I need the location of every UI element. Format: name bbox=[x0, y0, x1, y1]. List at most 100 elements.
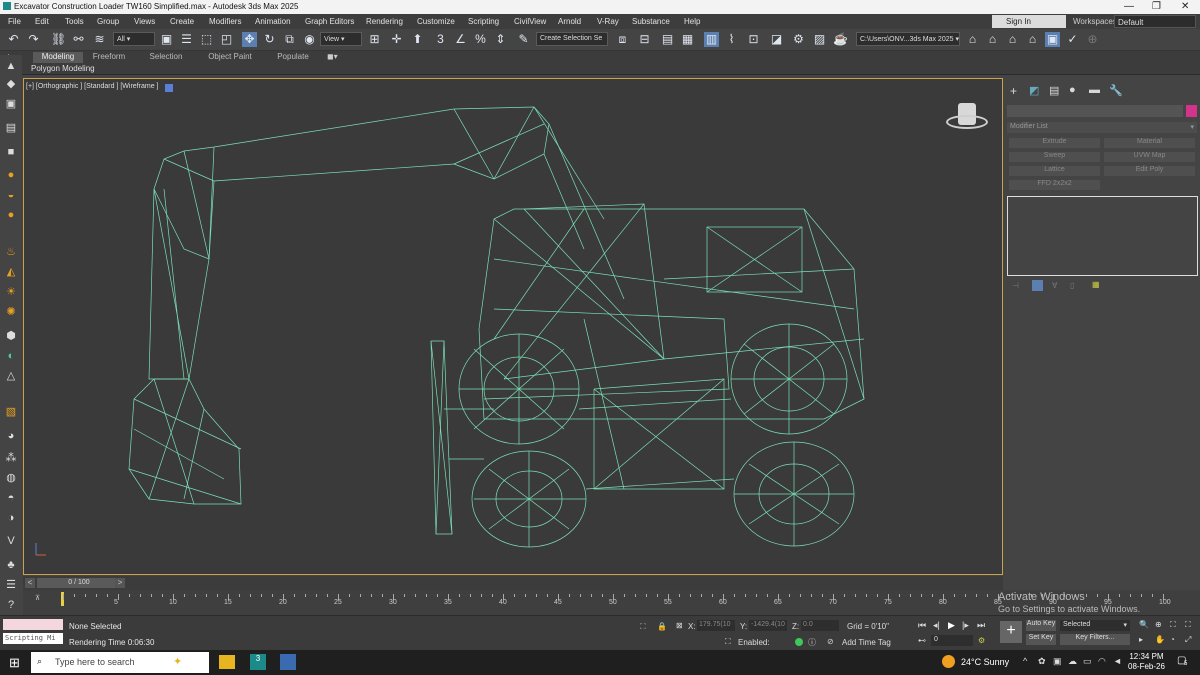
add-time-tag[interactable]: Add Time Tag bbox=[842, 638, 891, 647]
clock[interactable]: 12:34 PM 08-Feb-26 bbox=[1128, 652, 1165, 672]
zoom-all-icon[interactable]: ⊕ bbox=[1155, 620, 1162, 629]
set-key-button[interactable]: Set Key bbox=[1026, 634, 1056, 645]
key-filters-button[interactable]: Key Filters... bbox=[1060, 634, 1130, 645]
enabled-toggle[interactable] bbox=[795, 638, 803, 646]
light-icon[interactable]: ● bbox=[3, 168, 19, 182]
particles-icon[interactable]: ⁂ bbox=[3, 451, 19, 465]
key-mode-icon[interactable]: ⊷ bbox=[918, 636, 926, 645]
menu-arnold[interactable]: Arnold bbox=[558, 17, 581, 26]
next-frame-button[interactable]: > bbox=[115, 578, 125, 588]
undo-icon[interactable]: ↶ bbox=[6, 32, 21, 47]
link-icon[interactable]: ⛓ bbox=[51, 32, 66, 47]
check-icon[interactable]: ✓ bbox=[1065, 32, 1080, 47]
save-project-icon[interactable]: ⌂ bbox=[1005, 32, 1020, 47]
pin-stack-icon[interactable]: ⊣ bbox=[1012, 281, 1019, 290]
hierarchy-tab-icon[interactable]: ▤ bbox=[1049, 84, 1059, 97]
viewport-perspective[interactable]: [+] [Orthographic ] [Standard ] [Wirefra… bbox=[23, 78, 1003, 575]
select-manipulate-icon[interactable]: ✛ bbox=[389, 32, 404, 47]
play-icon[interactable]: ▶ bbox=[948, 620, 955, 631]
snaps-toggle-icon[interactable]: 3 bbox=[433, 32, 448, 47]
teapot-icon[interactable]: ◕ bbox=[3, 429, 19, 443]
isolate-icon[interactable]: ⛶ bbox=[640, 622, 646, 632]
tab-selection[interactable]: Selection bbox=[143, 52, 189, 63]
scene-explorer-icon[interactable]: ▥ bbox=[704, 32, 719, 47]
unlink-icon[interactable]: ⚯ bbox=[71, 32, 86, 47]
scale-icon[interactable]: ⧉ bbox=[282, 32, 297, 47]
tab-modeling[interactable]: Modeling bbox=[33, 52, 83, 63]
dome-icon[interactable]: ◐ bbox=[3, 349, 19, 363]
material-button[interactable]: Material bbox=[1104, 138, 1195, 148]
go-to-end-icon[interactable]: ⏭ bbox=[977, 620, 985, 631]
skylight-icon[interactable]: ✺ bbox=[3, 305, 19, 319]
auto-key-button[interactable]: Auto Key bbox=[1026, 620, 1056, 631]
place-icon[interactable]: ◉ bbox=[302, 32, 317, 47]
remove-modifier-icon[interactable]: ▯ bbox=[1070, 281, 1074, 290]
start-icon[interactable]: ⊞ bbox=[9, 655, 20, 671]
taskbar-search[interactable]: ⌕ Type here to search ✦ bbox=[31, 652, 209, 673]
project-settings-icon[interactable]: ⌂ bbox=[1025, 32, 1040, 47]
scripting-listener-input[interactable]: Scripting Mi bbox=[3, 633, 63, 644]
time-config-icon[interactable]: ⚙ bbox=[978, 636, 985, 645]
keyboard-shortcut-icon[interactable]: ⬆ bbox=[410, 32, 425, 47]
close-button[interactable]: ✕ bbox=[1181, 1, 1189, 12]
maximize-button[interactable]: ❐ bbox=[1152, 1, 1161, 12]
lattice-button[interactable]: Lattice bbox=[1009, 166, 1100, 176]
y-coordinate-field[interactable]: -1429.4(10 bbox=[749, 620, 787, 631]
file-explorer-icon[interactable] bbox=[219, 655, 235, 669]
named-selection-icon[interactable]: ✎ bbox=[516, 32, 531, 47]
menu-file[interactable]: File bbox=[8, 17, 21, 26]
menu-civilview[interactable]: CivilView bbox=[514, 17, 546, 26]
viewcube[interactable] bbox=[944, 101, 988, 137]
trackbar-toggle-icon[interactable]: ⊼ bbox=[35, 594, 40, 602]
next-key-icon[interactable]: |▸ bbox=[962, 620, 969, 631]
menu-graph-editors[interactable]: Graph Editors bbox=[305, 17, 354, 26]
configure-sets-icon[interactable]: ▦ bbox=[1092, 280, 1100, 289]
shape-icon[interactable]: ◒ bbox=[3, 188, 19, 202]
curve-editor-icon[interactable]: ⌇ bbox=[724, 32, 739, 47]
volume-icon[interactable]: ◄ bbox=[1113, 656, 1122, 666]
absolute-mode-icon[interactable]: ⊠ bbox=[676, 621, 683, 630]
select-by-name-icon[interactable]: ☰ bbox=[179, 32, 194, 47]
sign-in-button[interactable]: Sign In bbox=[992, 15, 1066, 28]
menu-tools[interactable]: Tools bbox=[65, 17, 84, 26]
menu-rendering[interactable]: Rendering bbox=[366, 17, 403, 26]
globe-icon[interactable]: ◍ bbox=[3, 471, 19, 485]
adaptive-degradation-icon[interactable]: ⛶ bbox=[725, 637, 731, 647]
menu-vray[interactable]: V-Ray bbox=[597, 17, 619, 26]
plugin-icon[interactable]: ⊕ bbox=[1085, 32, 1100, 47]
show-end-result-icon[interactable] bbox=[1032, 280, 1043, 291]
mirror-icon[interactable]: ⧈ bbox=[615, 32, 630, 47]
list-icon[interactable]: ☰ bbox=[3, 578, 19, 592]
current-frame-field[interactable]: 0 bbox=[931, 635, 973, 646]
tray-chevron-icon[interactable]: ^ bbox=[1023, 656, 1027, 666]
tab-object-paint[interactable]: Object Paint bbox=[203, 52, 257, 63]
extrude-button[interactable]: Extrude bbox=[1009, 138, 1100, 148]
selection-filter-dropdown[interactable]: All ▾ bbox=[113, 32, 155, 46]
tray-display-icon[interactable]: ▣ bbox=[1053, 656, 1062, 667]
object-color-swatch[interactable] bbox=[1186, 105, 1197, 117]
pivot-icon[interactable]: ⊞ bbox=[367, 32, 382, 47]
vray-icon[interactable]: V bbox=[3, 534, 19, 548]
lamp-icon[interactable]: ♨ bbox=[3, 245, 19, 259]
modifier-list-dropdown[interactable]: Modifier List ▾ bbox=[1007, 122, 1197, 133]
orbit-icon[interactable]: ◔ bbox=[1170, 635, 1175, 644]
network-icon[interactable]: ◠ bbox=[1098, 656, 1106, 667]
ref-coord-dropdown[interactable]: View ▾ bbox=[320, 32, 362, 46]
sun-icon[interactable]: ☀ bbox=[3, 285, 19, 299]
menu-scripting[interactable]: Scripting bbox=[468, 17, 499, 26]
create-icon[interactable]: ▲ bbox=[3, 59, 19, 73]
viewcube-ring[interactable] bbox=[946, 115, 988, 129]
go-to-start-icon[interactable]: ⏮ bbox=[918, 620, 926, 631]
sphere-icon[interactable]: ● bbox=[3, 208, 19, 222]
menu-substance[interactable]: Substance bbox=[632, 17, 670, 26]
effects-icon[interactable]: ◑ bbox=[3, 511, 19, 525]
time-slider[interactable]: < 0 / 100 > bbox=[23, 576, 1003, 590]
cube-icon[interactable]: ⬢ bbox=[3, 329, 19, 343]
material-editor-icon[interactable]: ◪ bbox=[769, 32, 784, 47]
ffd-button[interactable]: FFD 2x2x2 bbox=[1009, 180, 1100, 190]
zoom-icon[interactable]: 🔍 bbox=[1139, 620, 1149, 629]
key-selection-dropdown[interactable]: Selected ▾ bbox=[1060, 620, 1130, 631]
make-unique-icon[interactable]: ∀ bbox=[1052, 281, 1057, 290]
lock-icon[interactable]: 🔒 bbox=[657, 622, 667, 631]
bind-spacewarp-icon[interactable]: ≋ bbox=[92, 32, 107, 47]
